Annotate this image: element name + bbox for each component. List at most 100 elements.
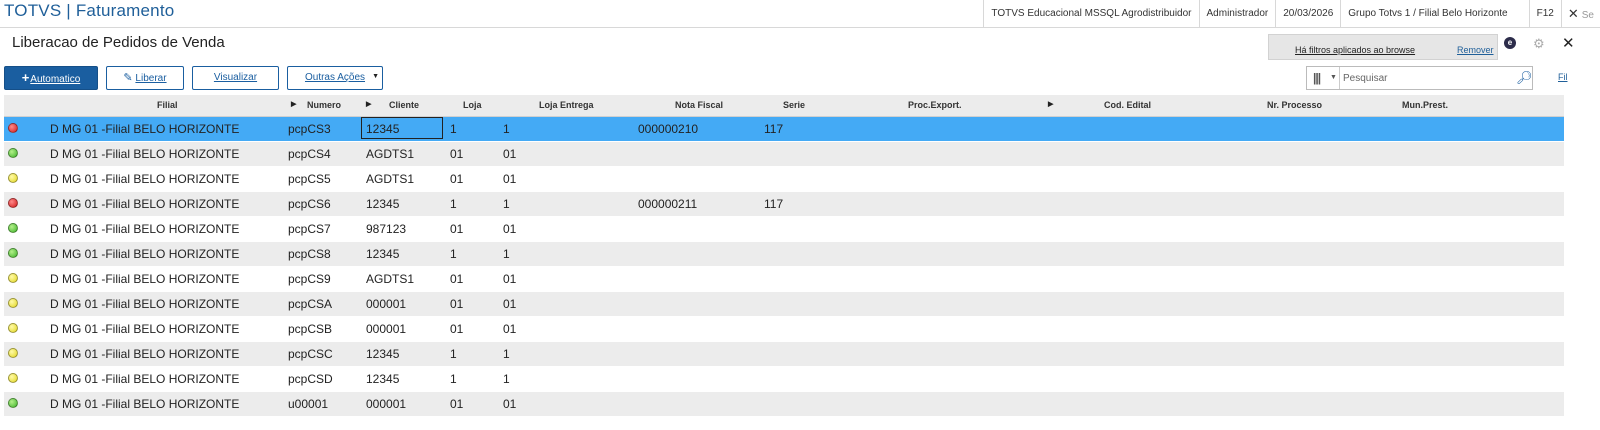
cell-cliente: 12345 (366, 247, 400, 261)
cell-loja-entrega: 01 (503, 272, 517, 286)
col-serie[interactable]: Serie (783, 100, 805, 110)
column-arrow-icon[interactable]: ▶ (1048, 100, 1053, 108)
search-icon[interactable]: 🔎︎ (1516, 70, 1533, 86)
close-app-button[interactable]: ✕ Se (1560, 0, 1600, 27)
cell-cliente: AGDTS1 (366, 172, 415, 186)
col-loja[interactable]: Loja (463, 100, 482, 110)
table-row[interactable]: D MG 01 -Filial BELO HORIZONTE pcpCS6 1234… (4, 192, 1564, 217)
cell-numero: u00001 (288, 397, 329, 411)
cell-numero: pcpCS4 (288, 147, 331, 161)
cell-loja: 1 (450, 197, 457, 211)
status-yellow-icon (8, 323, 18, 333)
table-row[interactable]: D MG 01 -Filial BELO HORIZONTE pcpCS4 AGDT… (4, 142, 1564, 167)
col-nr-processo[interactable]: Nr. Processo (1267, 100, 1322, 110)
cell-filial: D MG 01 -Filial BELO HORIZONTE (50, 122, 240, 136)
column-arrow-icon[interactable]: ▶ (291, 100, 296, 108)
cell-cliente: AGDTS1 (366, 272, 415, 286)
table-row[interactable]: D MG 01 -Filial BELO HORIZONTE pcpCS5 AGDT… (4, 167, 1564, 192)
visualizar-button[interactable]: Visualizar (192, 66, 279, 90)
cell-loja: 01 (450, 172, 464, 186)
liberar-button[interactable]: ✎ Liberar (106, 66, 184, 90)
col-loja-entrega[interactable]: Loja Entrega (539, 100, 594, 110)
cell-filial: D MG 01 -Filial BELO HORIZONTE (50, 197, 240, 211)
caret-down-icon: ▼ (372, 73, 379, 80)
gear-icon[interactable]: ⚙ (1533, 36, 1545, 52)
cell-numero: pcpCSC (288, 347, 333, 361)
status-green-icon (8, 398, 18, 408)
table-row[interactable]: D MG 01 -Filial BELO HORIZONTE pcpCSB 0000… (4, 317, 1564, 342)
cell-loja: 01 (450, 147, 464, 161)
top-bar: TOTVS | Faturamento TOTVS Educacional MS… (0, 0, 1600, 28)
outras-acoes-button[interactable]: Outras Ações ▼ (287, 66, 383, 90)
search-box: ||| ▼ 🔎︎ (1306, 66, 1533, 90)
automatico-button[interactable]: +Automatico (4, 66, 98, 90)
cell-filial: D MG 01 -Filial BELO HORIZONTE (50, 297, 240, 311)
col-numero[interactable]: Numero (307, 100, 341, 110)
close-window-icon[interactable]: ✕ (1562, 34, 1575, 52)
cell-loja-entrega: 01 (503, 297, 517, 311)
branch-label[interactable]: Grupo Totvs 1 / Filial Belo Horizonte (1340, 0, 1514, 27)
column-arrow-icon[interactable]: ▶ (366, 100, 371, 108)
columns-icon[interactable]: ||| (1313, 71, 1321, 85)
cell-loja: 01 (450, 322, 464, 336)
cell-loja: 01 (450, 397, 464, 411)
date-label[interactable]: 20/03/2026 (1275, 0, 1340, 27)
cell-numero: pcpCSD (288, 372, 333, 386)
status-red-icon (8, 123, 18, 133)
cell-cliente: 000001 (366, 397, 407, 411)
page-title: Liberacao de Pedidos de Venda (12, 34, 225, 51)
col-cliente[interactable]: Cliente (389, 100, 419, 110)
status-red-icon (8, 198, 18, 208)
table-row[interactable]: D MG 01 -Filial BELO HORIZONTE u00001 0000… (4, 392, 1564, 417)
cell-numero: pcpCS9 (288, 272, 331, 286)
status-green-icon (8, 148, 18, 158)
status-yellow-icon (8, 348, 18, 358)
cell-loja-entrega: 1 (503, 372, 510, 386)
search-input[interactable] (1339, 67, 1517, 89)
cell-filial: D MG 01 -Filial BELO HORIZONTE (50, 372, 240, 386)
table-row[interactable]: D MG 01 -Filial BELO HORIZONTE pcpCS8 1234… (4, 242, 1564, 267)
status-yellow-icon (8, 173, 18, 183)
col-nota-fiscal[interactable]: Nota Fiscal (675, 100, 723, 110)
cell-numero: pcpCS6 (288, 197, 331, 211)
logo-badge-icon[interactable]: e (1504, 37, 1516, 49)
cell-loja-entrega: 1 (503, 347, 510, 361)
cell-loja: 1 (450, 247, 457, 261)
cell-numero: pcpCS3 (288, 122, 331, 136)
session-info: TOTVS Educacional MSSQL Agrodistribuidor… (983, 0, 1600, 27)
table-row[interactable]: D MG 01 -Filial BELO HORIZONTE pcpCSA 0000… (4, 292, 1564, 317)
table-row[interactable]: D MG 01 -Filial BELO HORIZONTE pcpCS7 9871… (4, 217, 1564, 242)
user-label[interactable]: Administrador (1198, 0, 1276, 27)
cell-filial: D MG 01 -Filial BELO HORIZONTE (50, 347, 240, 361)
cell-loja-entrega: 01 (503, 397, 517, 411)
cell-filial: D MG 01 -Filial BELO HORIZONTE (50, 272, 240, 286)
status-green-icon (8, 223, 18, 233)
pencil-icon: ✎ (123, 72, 133, 84)
help-button[interactable]: F12 (1528, 0, 1561, 27)
cell-filial: D MG 01 -Filial BELO HORIZONTE (50, 147, 240, 161)
table-row[interactable]: D MG 01 -Filial BELO HORIZONTE pcpCSD 1234… (4, 367, 1564, 392)
filter-link[interactable]: Fil (1558, 72, 1568, 82)
environment-label[interactable]: TOTVS Educacional MSSQL Agrodistribuidor (983, 0, 1198, 27)
col-mun-prest[interactable]: Mun.Prest. (1402, 100, 1448, 110)
table-row[interactable]: D MG 01 -Filial BELO HORIZONTE pcpCS9 AGDT… (4, 267, 1564, 292)
cell-filial: D MG 01 -Filial BELO HORIZONTE (50, 247, 240, 261)
filter-notice: Há filtros aplicados ao browse Remover (1268, 34, 1498, 60)
col-proc-export[interactable]: Proc.Export. (908, 100, 962, 110)
caret-down-icon[interactable]: ▼ (1330, 74, 1337, 81)
status-green-icon (8, 248, 18, 258)
remove-filter-link[interactable]: Remover (1457, 45, 1494, 55)
col-cod-edital[interactable]: Cod. Edital (1104, 100, 1151, 110)
focused-cell[interactable] (361, 117, 443, 139)
filter-notice-text[interactable]: Há filtros aplicados ao browse (1295, 45, 1415, 55)
table-row[interactable]: D MG 01 -Filial BELO HORIZONTE pcpCSC 1234… (4, 342, 1564, 367)
cell-loja: 01 (450, 222, 464, 236)
cell-serie: 117 (764, 122, 784, 136)
col-filial[interactable]: Filial (157, 100, 178, 110)
cell-loja: 1 (450, 347, 457, 361)
close-icon: ✕ (1567, 6, 1579, 21)
cell-filial: D MG 01 -Filial BELO HORIZONTE (50, 397, 240, 411)
cell-nota-fiscal: 000000211 (638, 197, 698, 211)
app-title: TOTVS | Faturamento (4, 1, 175, 20)
table-row[interactable]: D MG 01 -Filial BELO HORIZONTE pcpCS3 1234… (4, 117, 1564, 142)
